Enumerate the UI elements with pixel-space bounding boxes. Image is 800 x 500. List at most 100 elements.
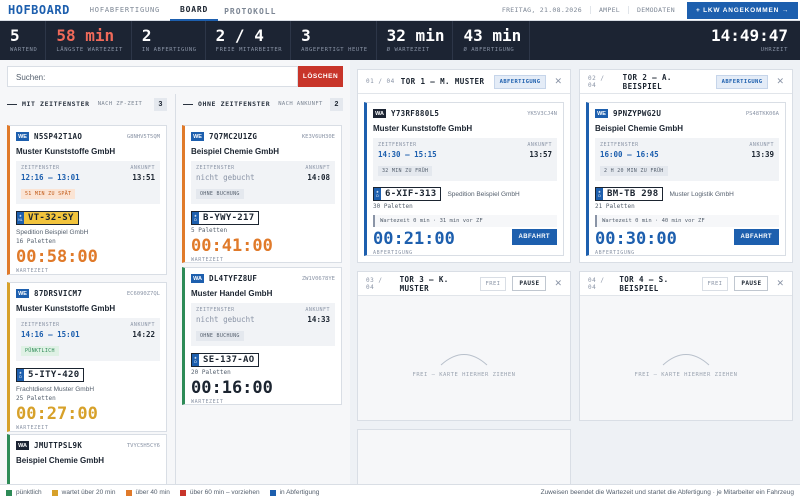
truck-card[interactable]: WE 87DRSVICM7 EC6090Z7QL Muster Kunststo… bbox=[7, 282, 167, 432]
pallet-count: 25 Paletten bbox=[16, 395, 56, 402]
gate-name: TOR 2 – A. BEISPIEL bbox=[622, 72, 672, 91]
window-time: nicht gebucht bbox=[196, 315, 255, 324]
brand-logo[interactable]: HOFBOARD bbox=[0, 3, 80, 17]
truck-ref: EC6090Z7QL bbox=[126, 290, 160, 297]
column-sort[interactable]: NACH ANKUNFT bbox=[278, 101, 323, 107]
truck-card[interactable]: WA Y73RF880L5 YK5V3CJ4N Muster Kunststof… bbox=[364, 102, 564, 256]
truck-ref: G8NHV5T5QM bbox=[126, 133, 160, 140]
time-window-box: ZEITFENSTER nicht gebucht OHNE BUCHUNG A… bbox=[191, 303, 335, 346]
truck-card[interactable]: WA DL4TYFZ8UF ZW1V0678YE Muster Handel G… bbox=[182, 267, 342, 405]
drop-zone[interactable]: FREI – KARTE HIERHER ZIEHEN bbox=[580, 297, 792, 420]
window-col: ZEITFENSTER 16:00 – 16:45 2 H 20 MIN ZU … bbox=[600, 142, 668, 177]
close-icon[interactable]: ✕ bbox=[554, 278, 562, 289]
plate-number: BM-TB 298 bbox=[607, 189, 659, 199]
truck-card[interactable]: WE 7Q7MC2U1ZG KE3V6UH30E Beispiel Chemie… bbox=[182, 125, 342, 263]
gate-index: 03 / 04 bbox=[366, 276, 383, 291]
plate-row: ★ D BM-TB 298 Muster Logistik GmbH bbox=[589, 181, 785, 201]
wait-timer: 00:41:00 bbox=[191, 236, 273, 256]
eu-flag-icon: ★ D bbox=[596, 188, 603, 200]
truck-card[interactable]: WA JMUTTPSL9K TVYC5H5CY6 Beispiel Chemie… bbox=[7, 434, 167, 486]
plate-number: SE-137-AO bbox=[203, 355, 255, 365]
card-header: WA DL4TYFZ8UF ZW1V0678YE bbox=[185, 268, 341, 283]
window-label: ZEITFENSTER bbox=[600, 142, 639, 148]
carrier-name: Spedition Beispiel GmbH bbox=[447, 190, 520, 198]
gate-header: 04 / 04 TOR 4 – S. BEISPIEL FREI PAUSE ✕ bbox=[580, 272, 792, 296]
pause-button[interactable]: PAUSE bbox=[734, 276, 769, 291]
legend-label: in Abfertigung bbox=[279, 489, 320, 496]
date-display: FREITAG, 21.08.2026 bbox=[501, 6, 582, 14]
time-window-box: ZEITFENSTER 16:00 – 16:45 2 H 20 MIN ZU … bbox=[595, 138, 779, 181]
plate-number: VT-32-SY bbox=[28, 213, 74, 223]
stat-label: Ø ABFERTIGUNG bbox=[463, 47, 515, 53]
gate-index: 04 / 04 bbox=[588, 276, 605, 291]
window-col: ZEITFENSTER 12:16 – 13:01 51 MIN ZU SPÄT bbox=[21, 165, 80, 200]
eu-flag-icon: ★ D bbox=[17, 369, 24, 381]
nav-right: FREITAG, 21.08.2026 AMPEL DEMODATEN + LK… bbox=[494, 0, 800, 21]
pallet-count: 16 Paletten bbox=[16, 238, 56, 245]
legend-item: wartet über 20 min bbox=[51, 489, 116, 496]
arrival-label: ANKUNFT bbox=[130, 322, 155, 328]
tab-hofabfertigung[interactable]: HOFABFERTIGUNG bbox=[80, 0, 170, 21]
company-name: Muster Kunststoffe GmbH bbox=[16, 304, 116, 313]
gate-panel-4[interactable]: 04 / 04 TOR 4 – S. BEISPIEL FREI PAUSE ✕… bbox=[579, 271, 793, 421]
column-divider bbox=[175, 94, 176, 484]
arrival-col: ANKUNFT 14:33 bbox=[305, 307, 330, 342]
clock-value: 14:49:47 bbox=[710, 26, 788, 45]
search-input[interactable]: Suchen: bbox=[7, 66, 298, 87]
close-icon[interactable]: ✕ bbox=[776, 76, 784, 87]
pause-button[interactable]: PAUSE bbox=[512, 276, 547, 291]
truck-code: 87DRSVICM7 bbox=[34, 289, 83, 298]
column-title: OHNE ZEITFENSTER bbox=[198, 100, 271, 108]
status-badge: 32 MIN ZU FRÜH bbox=[378, 166, 433, 176]
status-badge: OHNE BUCHUNG bbox=[196, 189, 244, 199]
tab-board[interactable]: BOARD bbox=[170, 0, 219, 21]
stat-label: IN ABFERTIGUNG bbox=[141, 47, 197, 53]
departure-button[interactable]: ABFAHRT bbox=[511, 229, 557, 245]
status-badge: 2 H 20 MIN ZU FRÜH bbox=[600, 166, 668, 176]
arrival-col: ANKUNFT 13:51 bbox=[130, 165, 155, 200]
stat-value: 5 bbox=[10, 26, 20, 45]
window-label: ZEITFENSTER bbox=[196, 165, 235, 171]
mode-display[interactable]: DEMODATEN bbox=[628, 6, 683, 14]
gate-status-badge: ABFERTIGUNG bbox=[493, 74, 547, 89]
clock-label: UHRZEIT bbox=[760, 47, 788, 53]
stat-label: FREIE MITARBEITER bbox=[215, 47, 283, 53]
close-icon[interactable]: ✕ bbox=[554, 76, 562, 87]
stats-bar: 5 WARTEND 58 min LÄNGSTE WARTEZEIT 2 IN ABF… bbox=[0, 21, 800, 60]
legend-swatch bbox=[269, 489, 276, 496]
gate-index: 01 / 04 bbox=[366, 78, 395, 85]
tab-protokoll[interactable]: PROTOKOLL bbox=[218, 0, 282, 21]
window-col: ZEITFENSTER nicht gebucht OHNE BUCHUNG bbox=[196, 307, 255, 342]
stat-label: Ø WARTEZEIT bbox=[386, 47, 430, 53]
drop-zone[interactable]: FREI – KARTE HIERHER ZIEHEN bbox=[358, 297, 570, 420]
arrival-time: 14:08 bbox=[307, 173, 330, 182]
wait-label: WARTEZEIT bbox=[191, 257, 224, 263]
legend-swatch bbox=[179, 489, 186, 496]
stat-free-staff: 2 / 4 FREIE MITARBEITER bbox=[206, 21, 292, 60]
time-window-box: ZEITFENSTER 14:16 – 15:01 PÜNKTLICH ANKU… bbox=[16, 318, 160, 361]
stat-waiting: 5 WARTEND bbox=[0, 21, 47, 60]
column-sort[interactable]: NACH ZF-ZEIT bbox=[98, 101, 143, 107]
wait-note: Wartezeit 0 min · 31 min vor ZF bbox=[373, 215, 557, 227]
legend-label: über 60 min – vorziehen bbox=[189, 489, 260, 496]
arrival-label: ANKUNFT bbox=[749, 142, 774, 148]
clear-button[interactable]: LÖSCHEN bbox=[298, 66, 343, 87]
column-header-without-window: OHNE ZEITFENSTER NACH ANKUNFT 2 bbox=[183, 96, 343, 112]
gate-header: 02 / 04 TOR 2 – A. BEISPIEL ABFERTIGUNG … bbox=[580, 70, 792, 94]
gate-panel-3[interactable]: 03 / 04 TOR 3 – K. MUSTER FREI PAUSE ✕ F… bbox=[357, 271, 571, 421]
plate-row: ★ D 6-XIF-313 Spedition Beispiel GmbH bbox=[367, 181, 563, 201]
user-display[interactable]: AMPEL bbox=[589, 6, 628, 14]
departure-button[interactable]: ABFAHRT bbox=[733, 229, 779, 245]
window-label: ZEITFENSTER bbox=[21, 322, 60, 328]
stat-avg-wait: 32 min Ø WARTEZEIT bbox=[377, 21, 454, 60]
card-header: WE 7Q7MC2U1ZG KE3V6UH30E bbox=[185, 126, 341, 141]
truck-card[interactable]: WE N5SP42T1AO G8NHV5T5QM Muster Kunststo… bbox=[7, 125, 167, 275]
column-count: 3 bbox=[154, 97, 167, 111]
close-icon[interactable]: ✕ bbox=[776, 278, 784, 289]
stat-label: ABGEFERTIGT HEUTE bbox=[301, 47, 368, 53]
wait-label: WARTEZEIT bbox=[16, 425, 49, 431]
truck-card[interactable]: WE 9PNZYPWG2U PS48TKK06A Beispiel Chemie… bbox=[586, 102, 786, 256]
truck-arrived-button[interactable]: + LKW ANGEKOMMEN → bbox=[686, 1, 798, 19]
window-time: 14:16 – 15:01 bbox=[21, 330, 80, 339]
truck-code: DL4TYFZ8UF bbox=[209, 274, 258, 283]
